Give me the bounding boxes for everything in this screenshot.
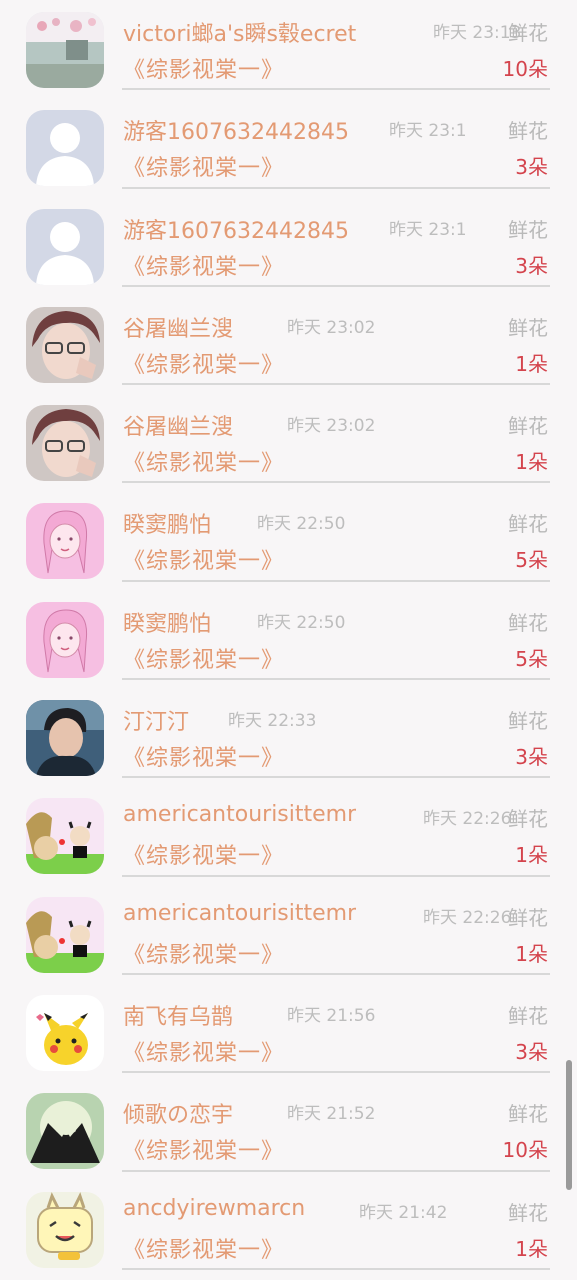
book-title[interactable]: 《综影视棠一》 [123, 1035, 284, 1067]
avatar[interactable] [26, 994, 104, 1071]
user-name[interactable]: ancdyirewmarcn [123, 1196, 305, 1221]
gift-count: 10朵 [502, 1138, 548, 1163]
timestamp: 昨天 23:02 [287, 416, 376, 437]
timestamp: 昨天 23:1 [389, 219, 467, 240]
book-title[interactable]: 《综影视棠一》 [123, 937, 284, 969]
gift-count: 1朵 [515, 351, 548, 376]
gift-count: 3朵 [515, 253, 548, 278]
gift-type-label: 鲜花 [508, 217, 548, 242]
gift-type-label: 鲜花 [508, 905, 548, 930]
gift-count: 3朵 [515, 1039, 548, 1064]
book-title[interactable]: 《综影视棠一》 [123, 249, 284, 281]
user-name[interactable]: 睽窦鹏怕 [123, 606, 211, 638]
avatar[interactable] [26, 503, 104, 580]
timestamp: 昨天 22:50 [257, 514, 346, 535]
gift-type-label: 鲜花 [508, 414, 548, 439]
gift-type-label: 鲜花 [508, 709, 548, 734]
timestamp: 昨天 22:26 [423, 907, 512, 928]
gift-type-label: 鲜花 [508, 512, 548, 537]
book-title[interactable]: 《综影视棠一》 [123, 740, 284, 772]
gift-count: 1朵 [515, 450, 548, 475]
timestamp: 昨天 21:42 [359, 1202, 448, 1223]
user-name[interactable]: 汀汀汀 [123, 704, 189, 736]
gift-type-label: 鲜花 [508, 21, 548, 45]
avatar[interactable] [26, 405, 104, 482]
timestamp: 昨天 22:50 [257, 612, 346, 633]
book-title[interactable]: 《综影视棠一》 [123, 150, 284, 182]
avatar[interactable] [26, 1191, 104, 1268]
user-name[interactable]: 睽窦鹏怕 [123, 507, 211, 539]
gift-count: 5朵 [515, 646, 548, 671]
book-title[interactable]: 《综影视棠一》 [123, 1133, 284, 1165]
gift-type-label: 鲜花 [508, 1200, 548, 1225]
book-title[interactable]: 《综影视棠一》 [123, 1232, 284, 1264]
avatar[interactable] [26, 798, 104, 875]
gift-record-list: victori螂a's瞬s毂ecret 昨天 23:13 鲜花 《综影视棠一》 10朵游… [0, 0, 577, 1270]
timestamp: 昨天 22:26 [423, 809, 512, 830]
gift-count: 1朵 [515, 1236, 548, 1261]
avatar[interactable] [26, 12, 104, 88]
book-title[interactable]: 《综影视棠一》 [123, 445, 284, 477]
gift-count: 3朵 [515, 745, 548, 770]
user-name[interactable]: victori螂a's瞬s毂ecret [123, 16, 356, 48]
book-title[interactable]: 《综影视棠一》 [123, 838, 284, 870]
avatar[interactable] [26, 208, 104, 285]
gift-type-label: 鲜花 [508, 1003, 548, 1028]
gift-record-row[interactable]: ancdyirewmarcn 昨天 21:42 鲜花《综影视棠一》 1朵 [0, 1172, 577, 1270]
user-name[interactable]: americantourisittemr [123, 901, 356, 926]
avatar[interactable] [26, 700, 104, 777]
gift-record-row[interactable]: 谷屠幽兰溲 昨天 23:02 鲜花《综影视棠一》 1朵 [0, 287, 577, 386]
gift-type-label: 鲜花 [508, 610, 548, 635]
gift-count: 1朵 [515, 843, 548, 868]
user-name[interactable]: americantourisittemr [123, 802, 356, 827]
gift-count: 3朵 [515, 155, 548, 180]
gift-record-row[interactable]: 睽窦鹏怕 昨天 22:50 鲜花《综影视棠一》 5朵 [0, 582, 577, 681]
gift-record-row[interactable]: americantourisittemr 昨天 22:26 鲜花《综影视棠一》 1朵 [0, 778, 577, 877]
avatar[interactable] [26, 896, 104, 973]
gift-record-row[interactable]: 南飞有乌鹊 昨天 21:56 鲜花《综影视棠一》 3朵 [0, 975, 577, 1074]
gift-type-label: 鲜花 [508, 119, 548, 144]
gift-record-row[interactable]: americantourisittemr 昨天 22:26 鲜花《综影视棠一》 1朵 [0, 877, 577, 975]
gift-type-label: 鲜花 [508, 1102, 548, 1127]
gift-record-row[interactable]: 倾歌の恋宇 昨天 21:52 鲜花《综影视棠一》 10朵 [0, 1073, 577, 1172]
gift-count: 10朵 [502, 57, 548, 81]
gift-record-row[interactable]: 睽窦鹏怕 昨天 22:50 鲜花《综影视棠一》 5朵 [0, 483, 577, 582]
gift-type-label: 鲜花 [508, 315, 548, 340]
user-name[interactable]: 游客1607632442845 [123, 114, 349, 146]
book-title[interactable]: 《综影视棠一》 [123, 642, 284, 674]
gift-record-row[interactable]: victori螂a's瞬s毂ecret 昨天 23:13 鲜花 《综影视棠一》 10朵 [0, 0, 577, 91]
timestamp: 昨天 21:56 [287, 1005, 376, 1026]
user-name[interactable]: 南飞有乌鹊 [123, 999, 233, 1031]
user-name[interactable]: 倾歌の恋宇 [123, 1097, 233, 1129]
avatar[interactable] [26, 110, 104, 187]
gift-record-row[interactable]: 谷屠幽兰溲 昨天 23:02 鲜花《综影视棠一》 1朵 [0, 385, 577, 484]
timestamp: 昨天 21:52 [287, 1104, 376, 1125]
user-name[interactable]: 谷屠幽兰溲 [123, 311, 233, 343]
avatar[interactable] [26, 601, 104, 678]
gift-record-row[interactable]: 游客1607632442845 昨天 23:1 鲜花《综影视棠一》 3朵 [0, 189, 577, 287]
book-title[interactable]: 《综影视棠一》 [123, 52, 284, 84]
timestamp: 昨天 23:1 [389, 121, 467, 142]
user-name[interactable]: 游客1607632442845 [123, 213, 349, 245]
gift-count: 1朵 [515, 941, 548, 966]
gift-type-label: 鲜花 [508, 807, 548, 832]
gift-count: 5朵 [515, 548, 548, 573]
scrollbar[interactable] [566, 1060, 572, 1190]
gift-record-row[interactable]: 汀汀汀 昨天 22:33 鲜花《综影视棠一》 3朵 [0, 680, 577, 779]
divider [122, 1267, 550, 1270]
timestamp: 昨天 23:02 [287, 317, 376, 338]
user-name[interactable]: 谷屠幽兰溲 [123, 409, 233, 441]
timestamp: 昨天 22:33 [228, 711, 317, 732]
avatar[interactable] [26, 306, 104, 383]
gift-record-row[interactable]: 游客1607632442845 昨天 23:1 鲜花《综影视棠一》 3朵 [0, 90, 577, 189]
book-title[interactable]: 《综影视棠一》 [123, 543, 284, 575]
book-title[interactable]: 《综影视棠一》 [123, 347, 284, 379]
avatar[interactable] [26, 1093, 104, 1170]
